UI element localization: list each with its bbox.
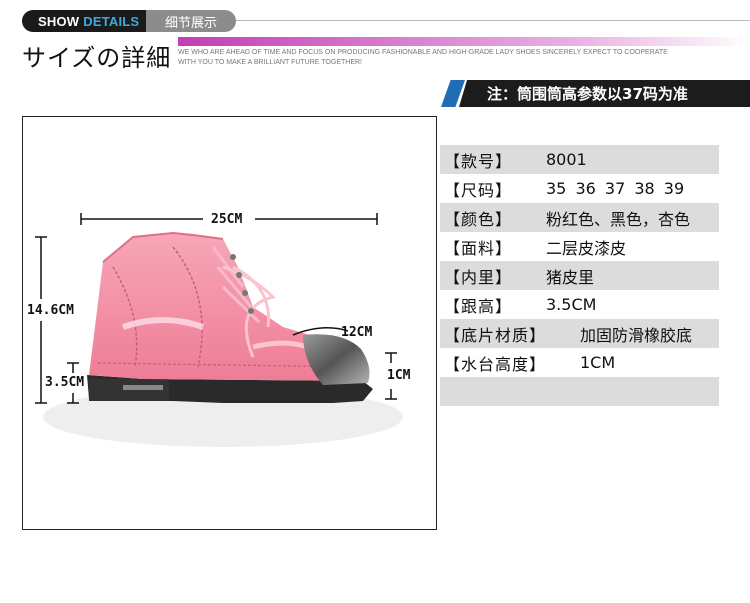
spec-row-heel-height: 【跟高】 3.5CM (440, 290, 719, 319)
spec-key: 【尺码】 (444, 180, 513, 200)
title-gradient-bar (178, 37, 750, 46)
spec-row-lining: 【内里】 猪皮里 (440, 261, 719, 290)
spec-row-color: 【颜色】 粉红色、黑色，杏色 (440, 203, 719, 232)
spec-row-material: 【面料】 二层皮漆皮 (440, 232, 719, 261)
product-photo-frame: 25CM 14.6CM 12CM 3.5CM 1CM (22, 116, 437, 530)
toe-label: 12CM (341, 325, 373, 340)
heel-plate (123, 385, 163, 390)
platform-label: 1CM (387, 368, 411, 383)
heel-height-label: 3.5CM (45, 375, 85, 390)
spec-key: 【款号】 (444, 151, 513, 171)
brand-slogan: WE WHO ARE AHEAD OF TIME AND FOCUS ON PR… (178, 49, 668, 66)
length-label: 25CM (211, 212, 243, 227)
spec-value: 二层皮漆皮 (546, 238, 627, 258)
header-divider (236, 20, 750, 21)
spec-key: 【内里】 (444, 267, 513, 287)
spec-value: 35 36 37 38 39 (546, 179, 685, 198)
tab-cn-text: 细节展示 (146, 10, 236, 32)
spec-row-size: 【尺码】 35 36 37 38 39 (440, 174, 719, 203)
spec-value: 加固防滑橡胶底 (580, 325, 693, 345)
spec-row-platform-height: 【水台高度】 1CM (440, 348, 719, 377)
size-note-banner: 注：筒围筒高参数以37码为准 (441, 80, 750, 107)
spec-value: 8001 (546, 150, 587, 169)
spec-value: 3.5CM (546, 295, 597, 314)
tab-show-text: SHOW (38, 13, 80, 29)
boot-illustration (35, 213, 403, 447)
spec-table: 【款号】 8001 【尺码】 35 36 37 38 39 【颜色】 粉红色、黑… (440, 145, 719, 406)
spec-key: 【底片材质】 (444, 325, 547, 345)
show-details-label: SHOW DETAILS (22, 10, 146, 32)
spec-value: 猪皮里 (546, 267, 595, 287)
shaft-height-label: 14.6CM (27, 303, 74, 318)
spec-row-sole-material: 【底片材质】 加固防滑橡胶底 (440, 319, 719, 348)
size-note-text: 注：筒围筒高参数以37码为准 (459, 80, 750, 107)
spec-key: 【水台高度】 (444, 354, 547, 374)
spec-key: 【跟高】 (444, 296, 513, 316)
tab-details-text: DETAILS (83, 13, 140, 29)
spec-value: 1CM (580, 353, 616, 372)
spec-key: 【颜色】 (444, 209, 513, 229)
spec-key: 【面料】 (444, 238, 513, 258)
spec-value: 粉红色、黑色，杏色 (546, 209, 691, 229)
spec-row-style: 【款号】 8001 (440, 145, 719, 174)
spec-row-empty (440, 377, 719, 406)
section-title: サイズの詳細 (22, 44, 172, 72)
section-tab: SHOW DETAILS 细节展示 (22, 10, 236, 32)
